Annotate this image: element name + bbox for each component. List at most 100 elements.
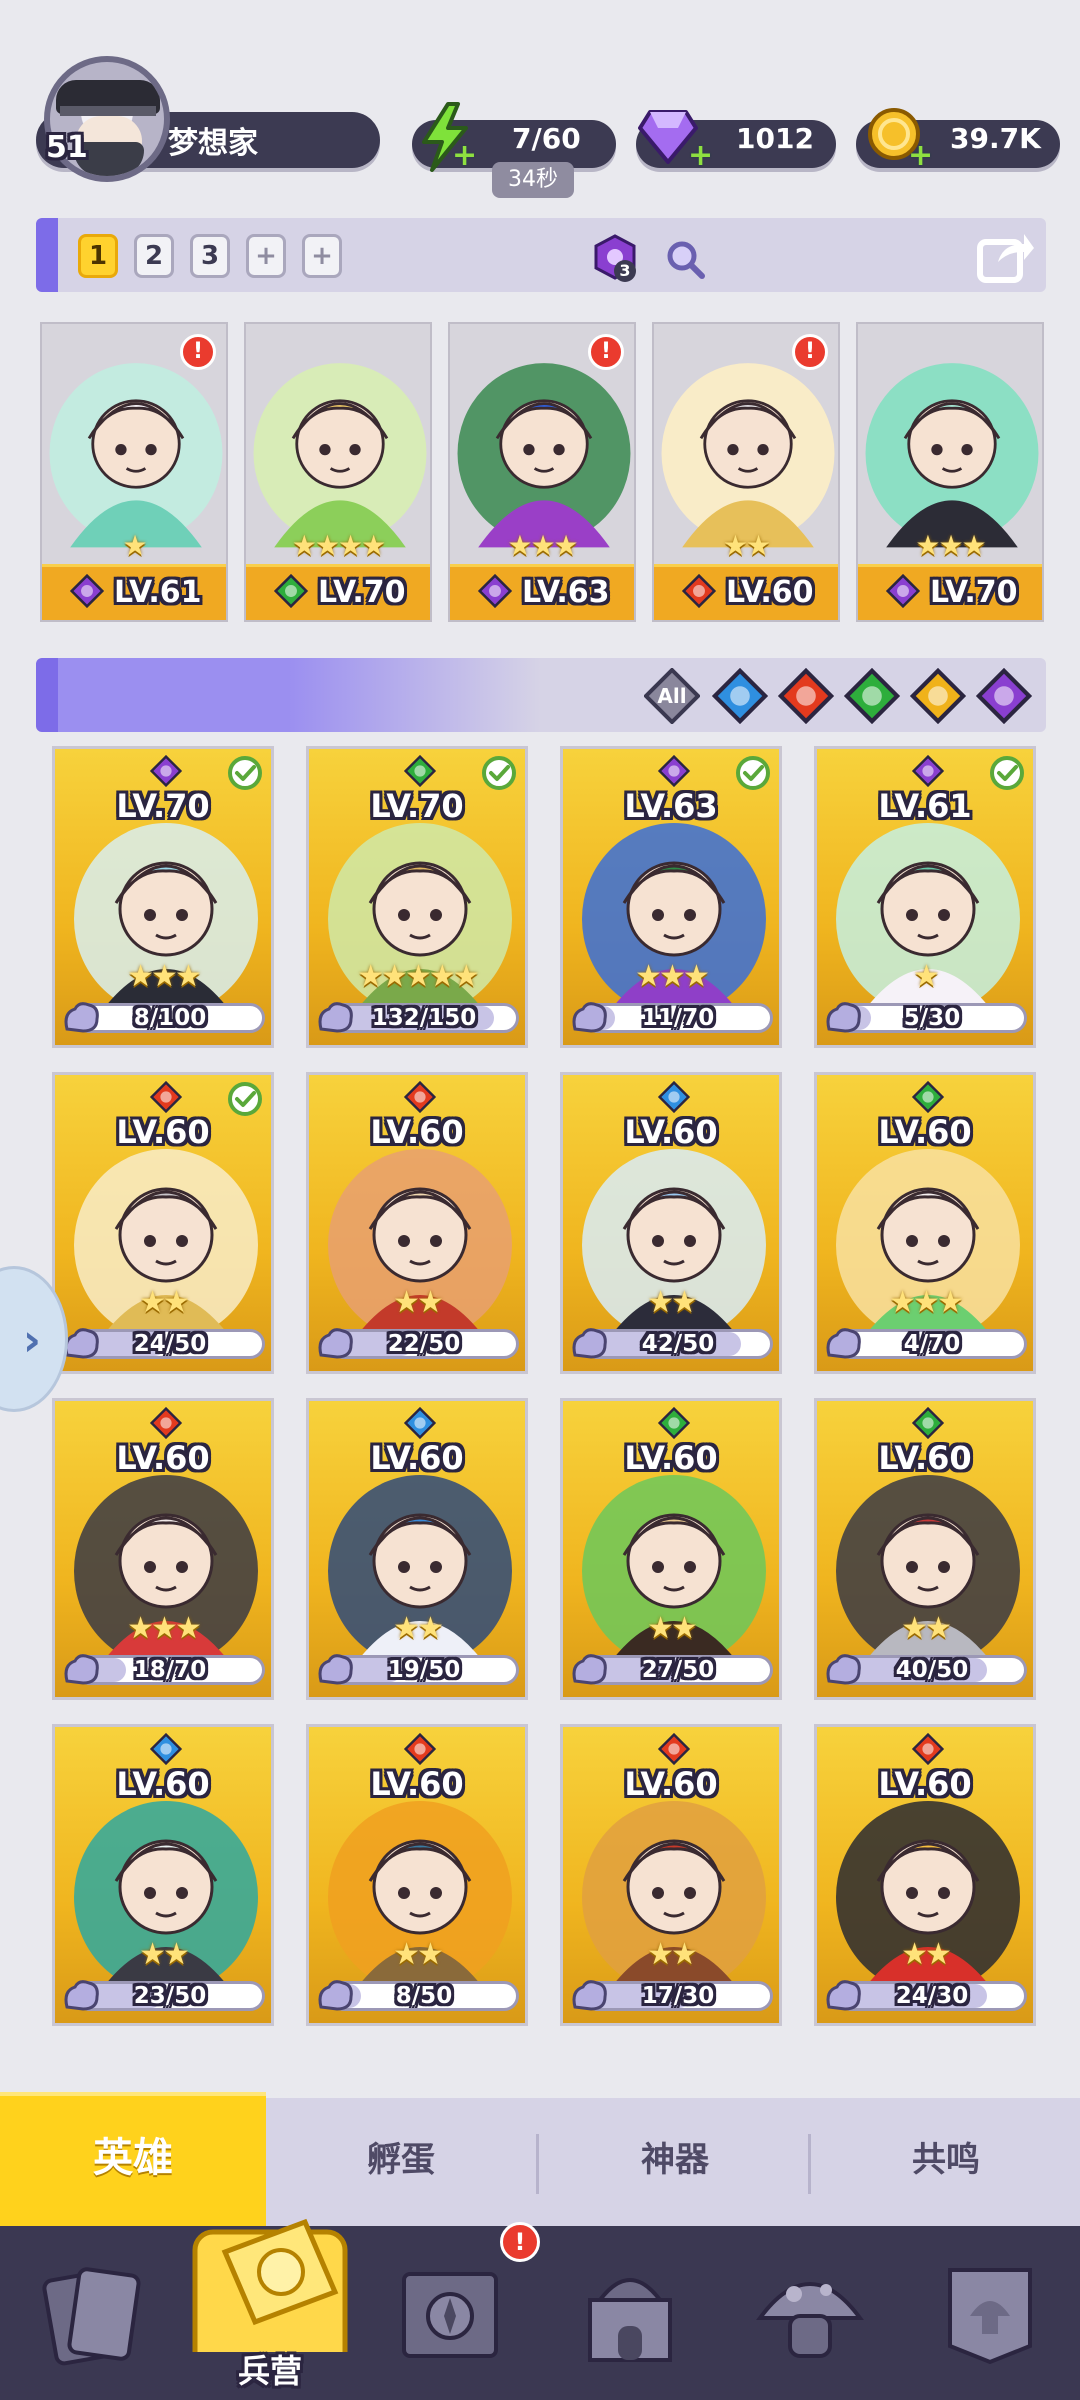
nav-cards[interactable] [0,2226,180,2400]
hero-card[interactable]: LV.60 ★★★ 4/70 [814,1072,1036,1374]
team-hero-card[interactable]: ★ LV.61! [40,322,228,622]
search-icon[interactable] [664,238,706,280]
fragment-progress-bar: 40/50 [837,1655,1027,1685]
water-element-icon [403,1406,437,1440]
star-rating: ★★ [722,529,771,562]
star-rating: ★★★ [889,1285,964,1320]
element-filter-bar: All [36,658,1046,732]
fragment-icon [569,1325,609,1361]
star-rating: ★★★ [915,529,986,562]
filter-dark-button[interactable] [975,667,1033,725]
gems-add-icon[interactable]: + [688,141,713,171]
hero-card[interactable]: LV.60 ★★ 19/50 [306,1398,528,1700]
filter-fire-button[interactable] [777,667,835,725]
hero-level: LV.60 [624,1765,718,1803]
team-slot-add-5[interactable]: + [302,234,342,278]
hero-level: LV.60 [624,1113,718,1151]
gold-add-icon[interactable]: + [908,141,933,171]
hero-card[interactable]: LV.60 ★★ 24/50 [52,1072,274,1374]
fragment-icon [569,999,609,1035]
star-rating: ★★ [139,1937,190,1972]
chevron-right-icon: › [22,1315,41,1366]
fragment-count: 17/30 [641,1983,715,2009]
hero-card[interactable]: LV.70 ★★★ 8/100 [52,746,274,1048]
fragment-progress-bar: 22/50 [329,1329,519,1359]
hero-card[interactable]: LV.60 ★★ 27/50 [560,1398,782,1700]
hero-card[interactable]: LV.60 ★★ 23/50 [52,1724,274,2026]
nav-guild[interactable] [900,2226,1080,2400]
cards-icon [42,2267,141,2366]
hero-card[interactable]: LV.60 ★★ 42/50 [560,1072,782,1374]
hero-card[interactable]: LV.60 ★★ 22/50 [306,1072,528,1374]
hero-card[interactable]: LV.60 ★★★ 18/70 [52,1398,274,1700]
filter-water-button[interactable] [711,667,769,725]
share-icon[interactable] [976,228,1036,284]
check-icon [735,755,771,791]
hero-level: LV.60 [370,1113,464,1151]
hero-card[interactable]: LV.60 ★★ 24/30 [814,1724,1036,2026]
team-slot-add-4[interactable]: + [246,234,286,278]
hero-level: LV.70 [318,575,406,610]
hero-level: LV.60 [878,1439,972,1477]
filter-icon[interactable]: 3 [592,234,638,282]
fragment-progress-bar: 42/50 [583,1329,773,1359]
tab-artifacts[interactable]: 神器 [540,2098,810,2226]
filter-light-button[interactable] [909,667,967,725]
filter-nature-button[interactable] [843,667,901,725]
star-rating: ★★★ [507,529,578,562]
filter-all-button[interactable]: All [643,667,701,725]
filter-all-label: All [657,684,687,708]
fragment-progress-bar: 19/50 [329,1655,519,1685]
fragment-progress-bar: 27/50 [583,1655,773,1685]
nav-barracks[interactable]: 兵营 [180,2192,360,2400]
dark-element-icon [975,667,1033,725]
team-slot-3[interactable]: 3 [190,234,230,278]
star-rating: ★★★★★ [357,959,479,994]
hero-card[interactable]: LV.60 ★★ 8/50 [306,1724,528,2026]
dark-element-icon [885,573,921,609]
team-slot-2[interactable]: 2 [134,234,174,278]
star-rating: ★★ [647,1285,698,1320]
fragment-count: 4/70 [903,1331,961,1357]
energy-add-icon[interactable]: + [452,141,477,171]
dark-element-icon [477,573,513,609]
fragment-icon [569,1651,609,1687]
nav-castle[interactable] [540,2226,720,2400]
nav-map[interactable]: ! [360,2222,540,2400]
mushroom-icon [756,2282,864,2358]
fragment-count: 24/30 [895,1983,969,2009]
hero-card[interactable]: LV.61 ★ 5/30 [814,746,1036,1048]
hero-level: LV.60 [370,1765,464,1803]
nav-mushroom[interactable] [720,2226,900,2400]
hero-card[interactable]: LV.63 ★★★ 11/70 [560,746,782,1048]
team-hero-art [246,324,430,564]
fire-element-icon [149,1406,183,1440]
level-bar: LV.61 [42,564,226,620]
hero-level: LV.61 [114,575,202,610]
fragment-icon [61,1651,101,1687]
hero-card[interactable]: LV.60 ★★ 40/50 [814,1398,1036,1700]
hero-level: LV.63 [624,787,718,825]
hero-level: LV.60 [116,1765,210,1803]
star-rating: ★ [122,529,147,562]
team-hero-card[interactable]: ★★ LV.60! [652,322,840,622]
filter-badge: 3 [614,260,636,282]
team-hero-card[interactable]: ★★★★ LV.70 [244,322,432,622]
hero-level: LV.60 [116,1439,210,1477]
star-rating: ★★ [647,1611,698,1646]
hero-card[interactable]: LV.70 ★★★★★ 132/150 [306,746,528,1048]
tab-resonance[interactable]: 共鸣 [812,2098,1080,2226]
fragment-count: 24/50 [133,1331,207,1357]
fragment-icon [61,999,101,1035]
team-hero-card[interactable]: ★★★ LV.63! [448,322,636,622]
check-icon [989,755,1025,791]
team-hero-card[interactable]: ★★★ LV.70 [856,322,1044,622]
map-icon [402,2272,498,2358]
hero-card[interactable]: LV.60 ★★ 17/30 [560,1724,782,2026]
star-rating: ★★ [393,1285,444,1320]
castle-icon [588,2278,672,2362]
nature-element-icon [911,1080,945,1114]
alert-badge: ! [792,334,828,370]
team-slot-1[interactable]: 1 [78,234,118,278]
fire-element-icon [403,1080,437,1114]
